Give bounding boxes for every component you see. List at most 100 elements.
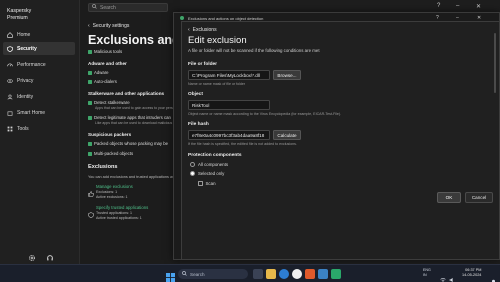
selected-only-label: Selected only [198,171,225,176]
specify-trusted-apps-link[interactable]: Specify trusted applications [96,205,148,210]
file-hash-hint: If the file hash is specified, the editt… [188,142,297,146]
file-or-folder-label: File or folder [188,62,218,67]
detect-legit-label: Detect legitimate apps that intruders ca… [94,115,171,120]
ok-button[interactable]: OK [437,192,461,203]
adware-heading: Adware and other [88,61,127,66]
all-components-radio[interactable]: All components [190,162,228,167]
suspicious-packers-heading: Suspicious packers [88,132,132,137]
scan-label: Scan [205,181,216,186]
language-primary: ENG [423,268,431,272]
edge-icon[interactable] [279,269,289,279]
notification-icon[interactable] [491,271,496,282]
exclusions-count: Exclusions: 1 [96,190,118,194]
help-icon[interactable]: ? [437,3,440,9]
search-input[interactable]: Search [88,3,168,12]
shield-check-icon [88,205,94,218]
taskbar-search-label: Search [190,271,205,277]
close-icon[interactable]: ✕ [476,3,481,10]
exclusions-description: You can add exclusions and trusted appli… [88,175,177,179]
radio-selected-icon [190,171,195,176]
app-brand: Kaspersky Premium [7,8,31,21]
window-title: Exclusions and actions on object detecti… [188,15,264,21]
malicious-tools-checkbox[interactable]: Malicious tools [88,49,122,54]
scan-checkbox[interactable]: Scan [198,181,216,186]
back-label: Security settings [92,23,130,29]
file-or-folder-hint: Name or name mask of file or folder [188,82,246,86]
selected-only-radio[interactable]: Selected only [190,171,224,176]
sidebar-item-performance[interactable]: Performance [3,58,75,71]
file-or-folder-input[interactable]: C:\Program Files\MyLockbox\*.dll [188,70,270,80]
detect-legit-apps-checkbox[interactable]: Detect legitimate apps that intruders ca… [88,115,171,120]
chevron-left-icon: ‹ [88,23,90,29]
user-icon [7,94,13,100]
adware-checkbox[interactable]: Adware [88,70,109,75]
sidebar-item-label: Security [17,45,37,52]
page-title: Exclusions and action [88,33,180,47]
multi-packed-checkbox[interactable]: Multi-packed objects [88,151,133,156]
active-exclusions-count: Active exclusions: 1 [96,195,128,199]
protection-components-label: Protection components [188,153,242,158]
eye-icon [7,78,13,84]
windows-start-icon[interactable] [166,269,176,282]
calculate-button[interactable]: Calculate [273,130,301,140]
language-indicator[interactable]: ENG IN [423,268,431,277]
radio-icon [190,162,195,167]
file-explorer-icon[interactable] [266,269,276,279]
check-icon [88,49,92,54]
sidebar-item-label: Smart Home [17,109,46,116]
sidebar-item-privacy[interactable]: Privacy [3,74,75,87]
task-view-icon[interactable] [253,269,263,279]
file-hash-label: File hash [188,122,209,127]
taskbar-search[interactable]: Search [178,269,248,279]
search-placeholder: Search [100,4,116,11]
store-icon[interactable] [318,269,328,279]
volume-icon[interactable] [449,270,455,282]
sidebar-item-label: Tools [17,125,29,132]
shield-icon [7,45,13,52]
brand-edition: Premium [7,14,28,21]
check-icon [88,151,92,156]
back-label: Exclusions [192,27,217,33]
dialog-scrollbar[interactable] [494,33,496,93]
sidebar-item-tools[interactable]: Tools [3,122,75,135]
check-icon [88,141,92,146]
chrome-icon[interactable] [292,269,302,279]
settings-panel: ‹ Security settings Exclusions and actio… [80,18,180,264]
object-label: Object [188,92,203,97]
auto-dialers-checkbox[interactable]: Auto-dialers [88,79,117,84]
dialog-title: Edit exclusion [188,35,247,46]
taskbar-clock[interactable]: 06:37 PM 14-05-2024 [462,268,481,278]
detect-legit-hint: Like apps that can be used to download m… [95,121,173,125]
sidebar-item-smart-home[interactable]: Smart Home [3,106,75,119]
sidebar-item-security[interactable]: Security [3,42,75,55]
grid-icon [7,126,13,132]
sidebar-item-label: Home [17,31,31,38]
stalkerware-heading: Stalkerware and other applications [88,91,165,96]
home-icon [7,31,13,38]
checkbox-icon [198,181,203,186]
object-input[interactable]: RiskTool [188,100,270,110]
file-hash-input[interactable]: e7f8e0a4c0997bc3f3ab4daa9a8f18 [188,130,270,140]
brand-name: Kaspersky [7,8,32,14]
kaspersky-taskbar-icon[interactable] [331,269,341,279]
thumbs-up-icon [88,184,94,197]
manage-exclusions-link[interactable]: Manage exclusions [96,184,133,189]
detect-stalkerware-checkbox[interactable]: Detect stalkerware [88,100,130,105]
taskbar: Search ENG IN 06:37 PM 14-05-2024 [0,264,500,282]
sidebar-item-identity[interactable]: Identity [3,90,75,103]
kaspersky-logo-icon [180,16,184,20]
browse-button[interactable]: Browse... [273,70,301,80]
wifi-icon[interactable] [440,270,446,282]
brave-icon[interactable] [305,269,315,279]
dialog-cancel-button[interactable]: Cancel [465,192,493,203]
language-secondary: IN [423,272,427,277]
detect-stalkerware-hint: Apps that can be used to gain access to … [95,106,175,110]
back-to-security-settings[interactable]: ‹ Security settings [88,23,129,29]
back-to-exclusions[interactable]: ‹ Exclusions [188,27,217,33]
sidebar-item-home[interactable]: Home [3,28,75,41]
exclusions-heading: Exclusions [88,164,118,170]
minimize-icon[interactable]: – [456,3,459,9]
sidebar-item-label: Performance [17,61,46,68]
packed-objects-checkbox[interactable]: Packed objects whose packing may be [88,141,168,146]
clock-date: 14-05-2024 [462,273,482,277]
